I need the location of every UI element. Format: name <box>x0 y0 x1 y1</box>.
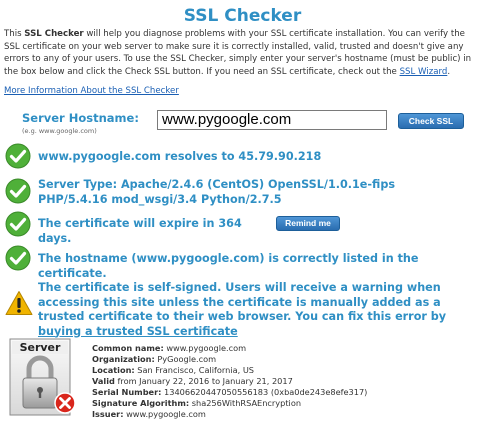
self-signed-text: The certificate is self-signed. Users wi… <box>38 281 447 323</box>
signature-value: sha256WithRSAEncryption <box>191 398 302 408</box>
server-lock-icon: Server <box>9 338 76 416</box>
organization-label: Organization: <box>92 354 155 364</box>
more-info-link[interactable]: More Information About the SSL Checker <box>4 86 179 96</box>
valid-label: Valid <box>92 376 115 386</box>
common-name-row: Common name: www.pygoogle.com <box>92 343 367 354</box>
server-type-result: Server Type: Apache/2.4.6 (CentOS) OpenS… <box>38 178 395 206</box>
checkmark-icon <box>5 178 31 204</box>
common-name-value: www.pygoogle.com <box>166 343 247 353</box>
intro-text-bold: SSL Checker <box>24 29 84 39</box>
expiry-result: The certificate will expire in 364 days. <box>38 217 242 245</box>
organization-row: Organization: PyGoogle.com <box>92 354 367 365</box>
valid-row: Valid from January 22, 2016 to January 2… <box>92 376 367 387</box>
signature-row: Signature Algorithm: sha256WithRSAEncryp… <box>92 398 367 409</box>
checkmark-icon <box>5 143 31 169</box>
location-row: Location: San Francisco, California, US <box>92 365 367 376</box>
hostname-example: (e.g. www.google.com) <box>22 127 97 135</box>
issuer-row: Issuer: www.pygoogle.com <box>92 409 367 420</box>
location-value: San Francisco, California, US <box>137 365 255 375</box>
valid-value: from January 22, 2016 to January 21, 201… <box>117 376 293 386</box>
common-name-label: Common name: <box>92 343 164 353</box>
signature-label: Signature Algorithm: <box>92 398 190 408</box>
intro-text-3: . <box>447 66 451 77</box>
resolves-result: www.pygoogle.com resolves to 45.79.90.21… <box>38 150 322 163</box>
ssl-wizard-link[interactable]: SSL Wizard <box>400 67 448 77</box>
buy-certificate-link[interactable]: buying a trusted SSL certificate <box>38 325 238 338</box>
checkmark-icon <box>5 211 31 237</box>
intro-paragraph: This SSL Checker will help you diagnose … <box>4 28 474 78</box>
page-title: SSL Checker <box>183 6 302 26</box>
intro-text-1: This <box>4 29 25 39</box>
self-signed-warning: The certificate is self-signed. Users wi… <box>38 281 483 339</box>
location-label: Location: <box>92 365 135 375</box>
serial-label: Serial Number: <box>92 387 162 397</box>
server-icon-label: Server <box>20 341 61 354</box>
remind-me-button[interactable]: Remind me <box>276 216 340 231</box>
checkmark-icon <box>5 245 31 271</box>
serial-value: 13406620447050556183 (0xba0de243e8efe317… <box>164 387 368 397</box>
issuer-value: www.pygoogle.com <box>126 409 206 419</box>
certificate-details: Common name: www.pygoogle.com Organizati… <box>92 343 367 420</box>
organization-value: PyGoogle.com <box>157 354 217 364</box>
hostname-input[interactable]: www.pygoogle.com <box>157 110 387 130</box>
hostname-listed-result: The hostname (www.pygoogle.com) is corre… <box>38 252 419 280</box>
serial-row: Serial Number: 13406620447050556183 (0xb… <box>92 387 367 398</box>
issuer-label: Issuer: <box>92 409 124 419</box>
check-ssl-button[interactable]: Check SSL <box>398 113 464 129</box>
warning-icon <box>5 291 33 315</box>
hostname-label: Server Hostname: <box>22 111 139 125</box>
